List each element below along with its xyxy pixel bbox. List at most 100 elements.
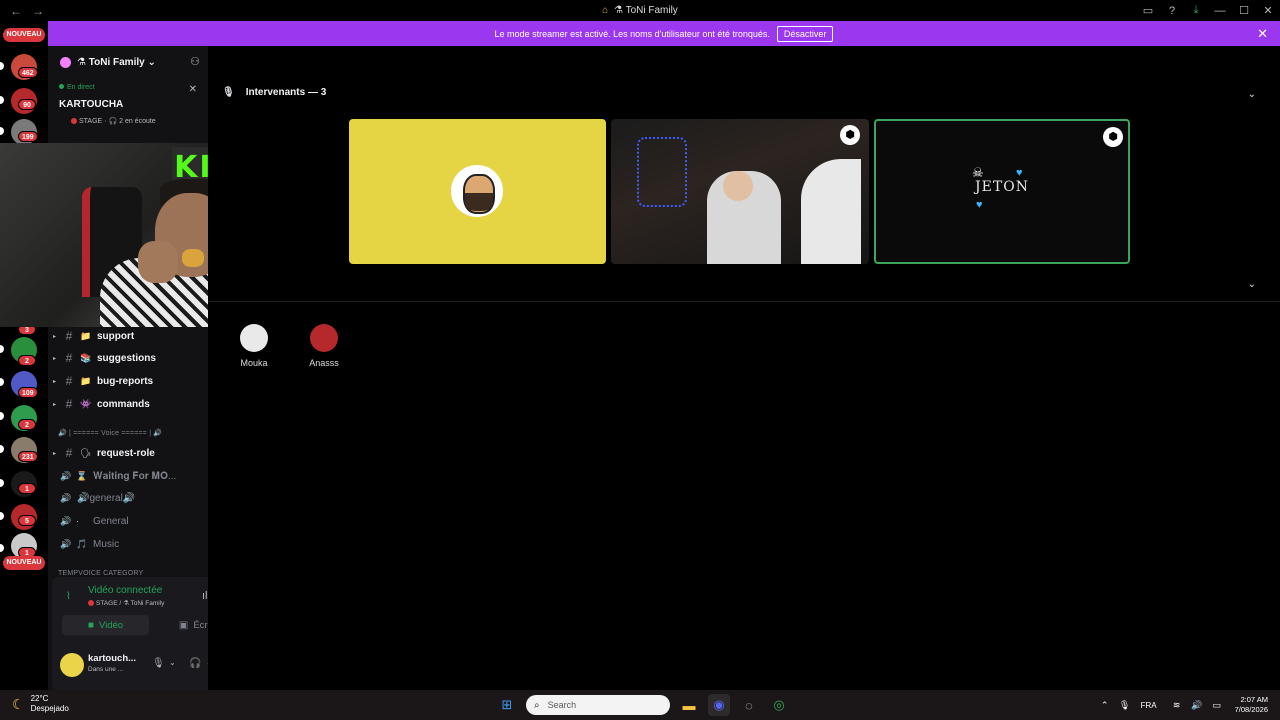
voice-location[interactable]: STAGE / ⚗ ToNi Family <box>88 599 164 607</box>
volume-icon[interactable]: 🔊 <box>1187 700 1207 711</box>
stage-icon <box>88 600 94 607</box>
chrome-icon[interactable]: ◎ <box>768 694 790 716</box>
person-hand <box>138 241 178 283</box>
chevron-down-icon: ⌄ <box>147 56 156 68</box>
inbox-icon[interactable]: ▭ <box>1136 4 1160 17</box>
new-badge[interactable]: NOUVEAU <box>3 28 45 42</box>
voice-channel-music[interactable]: 🔊 🎵 Music <box>48 534 208 554</box>
title-bar: ← → ⌂ ⚗ ToNi Family ▭ ? ⤓ — ☐ ✕ <box>0 0 1280 21</box>
clock[interactable]: 2:07 AM 7/08/2026 <box>1235 695 1268 715</box>
speaker-icon: 🔊 <box>60 470 72 481</box>
moderator-icon: ⬢ <box>1103 127 1123 147</box>
microphone-icon[interactable]: 🎙 <box>152 658 165 669</box>
stage-main: 🎙 Intervenants — 3 ⌄ ⬢ ☠ ♥ ♥ JETON ⬢ ⌄ M… <box>208 46 1280 690</box>
speaker-tile[interactable] <box>349 119 606 264</box>
chevron-up-icon[interactable]: ⌃ <box>1095 700 1115 711</box>
video-button[interactable]: ■ Vidéo <box>62 615 149 635</box>
search-icon: ⌕ <box>534 699 540 711</box>
audience-member[interactable]: Mouka <box>229 324 279 368</box>
title-prefix: ⚗ <box>614 5 623 16</box>
chevron-down-icon[interactable]: ⌄ <box>1248 89 1256 100</box>
invite-user-icon[interactable]: ⚇ <box>190 55 200 68</box>
channel-commands[interactable]: ▸ # 👾 commands <box>48 394 208 414</box>
voice-channel-general[interactable]: 🔊 🔊general🔊 <box>48 488 208 508</box>
weather-widget[interactable]: ☾ 22°C Despejado <box>12 694 69 714</box>
mention-count: 109 <box>18 387 38 398</box>
download-icon[interactable]: ⤓ <box>1184 4 1208 17</box>
audience-member[interactable]: Anasss <box>299 324 349 368</box>
speaker-tile-active[interactable]: ☠ ♥ ♥ JETON ⬢ <box>874 119 1130 264</box>
username[interactable]: kartouch... <box>88 653 136 664</box>
live-status: En direct <box>59 84 95 91</box>
mention-count: 199 <box>18 131 38 142</box>
unread-pill <box>0 479 4 487</box>
mention-count: 5 <box>18 515 36 526</box>
avatar[interactable] <box>60 653 84 677</box>
unread-pill <box>0 378 4 386</box>
file-explorer-icon[interactable]: ▬ <box>678 694 700 716</box>
speakers-header: 🎙 Intervenants — 3 <box>222 87 326 98</box>
white-shirt <box>801 159 861 264</box>
audience-name: Mouka <box>240 358 268 368</box>
headphones-icon[interactable]: 🎧 <box>189 658 201 669</box>
system-tray: ⌃ 🎙 FRA ≋ 🔊 ▭ 2:07 AM 7/08/2026 <box>1095 690 1280 720</box>
chevron-down-icon[interactable]: ⌄ <box>1248 279 1256 290</box>
start-icon[interactable]: ⊞ <box>496 694 518 716</box>
stage-meta: STAGE · 🎧 2 en écoute <box>59 117 156 125</box>
speakers-title: Intervenants — 3 <box>245 87 327 98</box>
avatar <box>310 324 338 352</box>
live-stage-card[interactable]: En direct KARTOUCHA STAGE · 🎧 2 en écout… <box>48 80 208 146</box>
unread-pill <box>0 544 4 552</box>
speaker-icon: 🔊 <box>60 515 72 526</box>
hash-icon: # <box>65 329 73 343</box>
help-icon[interactable]: ? <box>1160 5 1184 17</box>
microphone-icon[interactable]: 🎙 <box>1115 700 1135 711</box>
audience-name: Anasss <box>309 358 339 368</box>
streamer-mode-banner: Le mode streamer est activé. Les noms d'… <box>48 21 1280 46</box>
voice-channel-general-2[interactable]: 🔊 · General <box>48 511 208 531</box>
battery-icon[interactable]: ▭ <box>1207 700 1227 711</box>
avatar <box>240 324 268 352</box>
unread-pill <box>0 512 4 520</box>
app-icon[interactable]: ◌ <box>738 694 760 716</box>
tempvoice-category[interactable]: TEMPVOICE CATEGORY <box>58 570 143 577</box>
language-indicator[interactable]: FRA <box>1141 701 1157 710</box>
snack <box>182 249 204 267</box>
server-badge-icon <box>60 56 71 68</box>
channel-support[interactable]: ▸ # 📁 support <box>48 326 208 346</box>
moderator-icon: ⬢ <box>840 125 860 145</box>
channel-request-role[interactable]: ▸ # 🗣 request-role <box>48 443 208 463</box>
moon-icon: ☾ <box>12 695 25 712</box>
app-logo-icon: ⌂ <box>602 5 609 16</box>
unread-pill <box>0 96 4 104</box>
hash-icon: # <box>65 397 73 411</box>
voice-channel-waiting[interactable]: 🔊 ⌛ 𝐖𝐚𝐢𝐭𝐢𝐧𝐠 𝐅𝐨𝐫 𝐌𝐎... <box>48 466 208 486</box>
voice-category[interactable]: 🔊 | ====== Voice ====== | 🔊 <box>58 429 162 437</box>
speaker-video-tile[interactable]: ⬢ <box>611 119 869 264</box>
channel-bug-reports[interactable]: ▸ # 📁 bug-reports <box>48 371 208 391</box>
unread-pill <box>0 345 4 353</box>
discord-icon[interactable]: ◉ <box>708 694 730 716</box>
minimize-button[interactable]: — <box>1208 5 1232 17</box>
close-icon[interactable]: ✕ <box>189 84 197 95</box>
close-window-button[interactable]: ✕ <box>1256 4 1280 17</box>
stage-icon <box>71 118 77 125</box>
mention-count: 1 <box>18 483 36 494</box>
back-arrow-icon[interactable]: ← <box>10 4 22 18</box>
mention-count: 462 <box>18 67 38 78</box>
maximize-button[interactable]: ☐ <box>1232 4 1256 17</box>
forward-arrow-icon[interactable]: → <box>32 4 44 18</box>
server-name: ToNi Family <box>88 56 145 68</box>
wifi-icon[interactable]: ≋ <box>1167 700 1187 711</box>
voice-status[interactable]: Vidéo connectée <box>88 585 162 596</box>
camera-icon: ■ <box>87 619 94 631</box>
channel-suggestions[interactable]: ▸ # 📚 suggestions <box>48 348 208 368</box>
screen-icon: ▣ <box>178 619 189 631</box>
search-input[interactable]: ⌕ Search <box>526 695 670 715</box>
close-banner-icon[interactable]: ✕ <box>1257 26 1268 42</box>
disable-streamer-button[interactable]: Désactiver <box>776 25 834 42</box>
server-header[interactable]: ⚗ ToNi Family ⌄ ⚇ <box>48 46 208 78</box>
new-badge[interactable]: NOUVEAU <box>3 556 45 570</box>
chevron-down-icon[interactable]: ⌄ <box>169 658 176 667</box>
signal-icon[interactable]: ⌇ <box>66 591 71 602</box>
